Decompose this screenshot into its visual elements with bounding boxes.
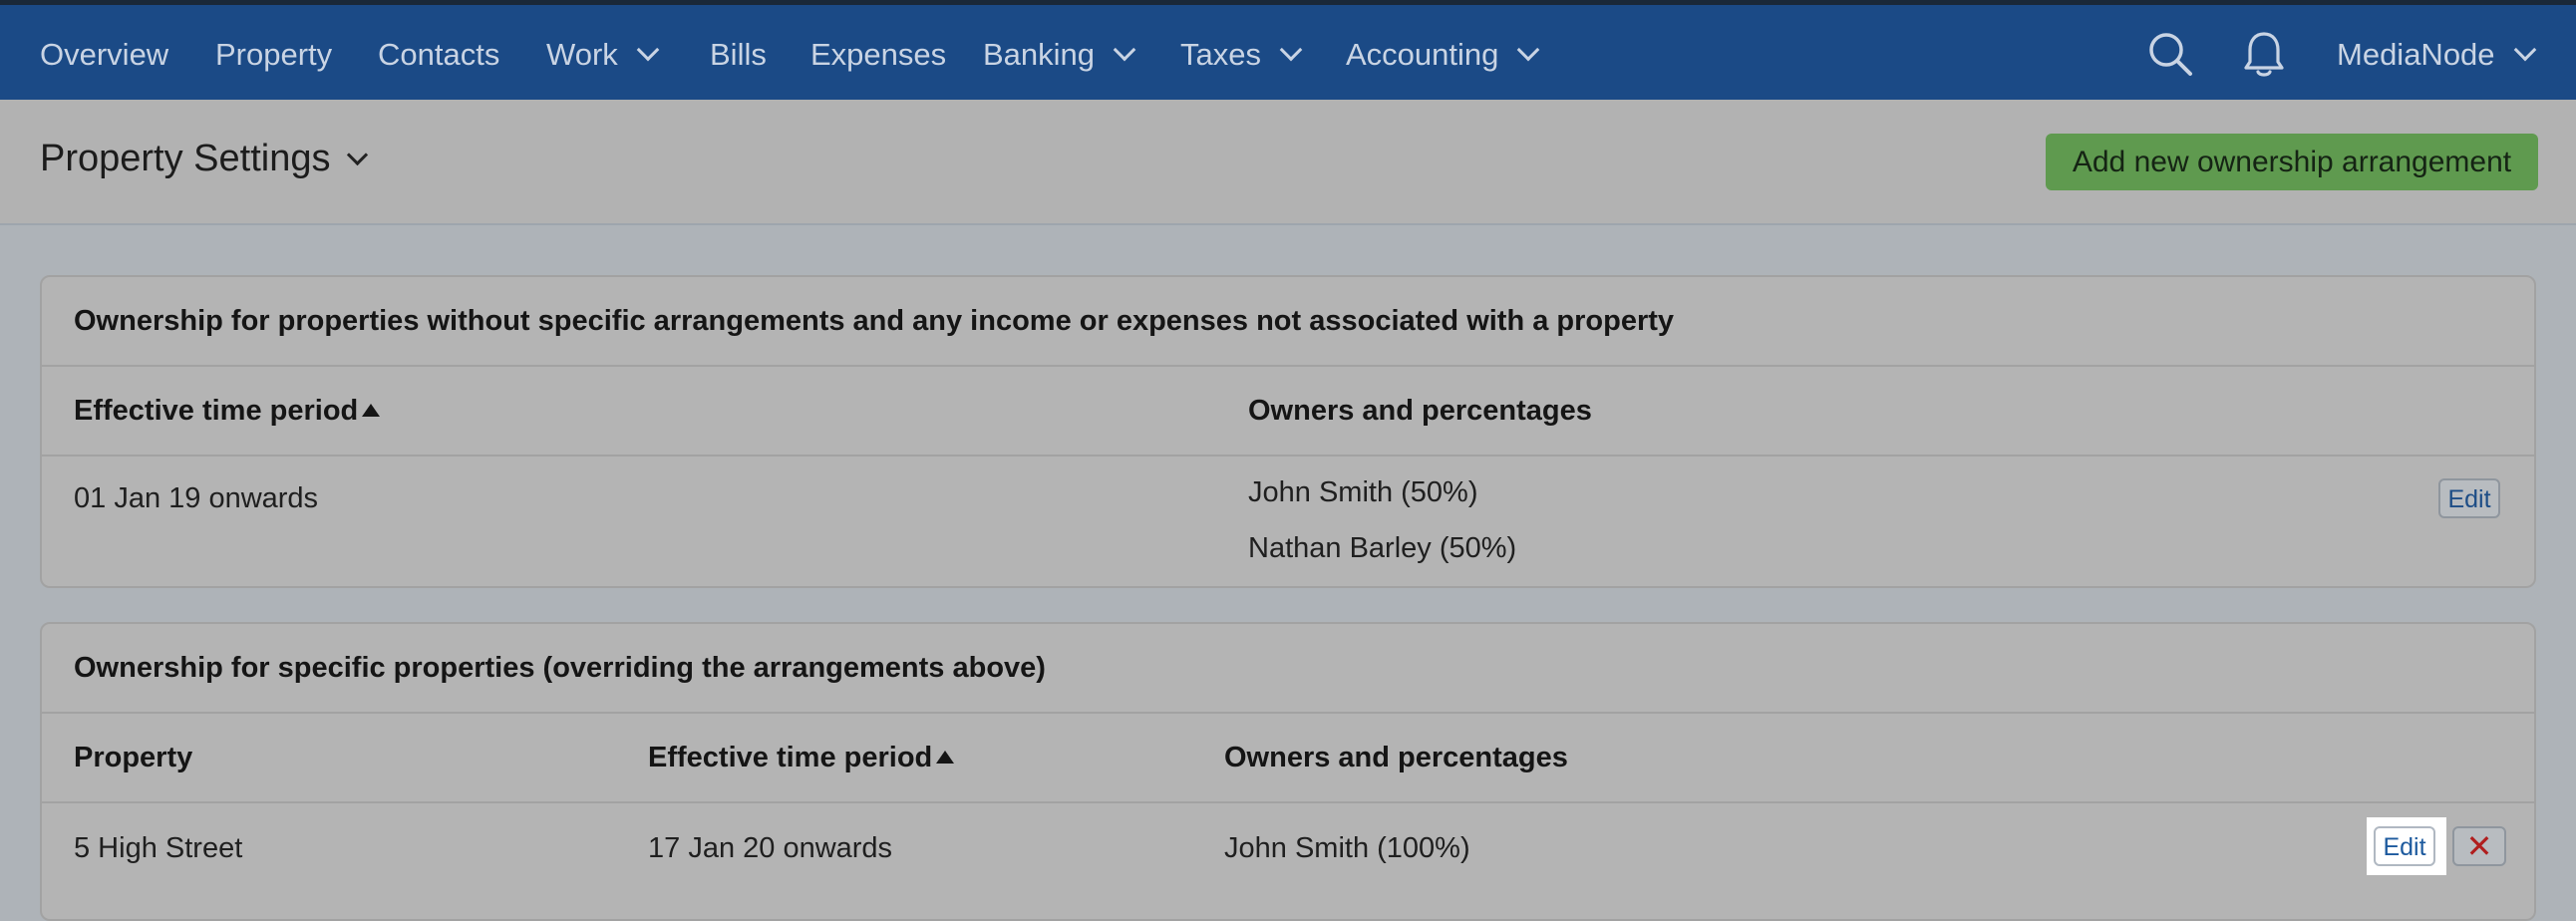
nav-item-overview[interactable]: Overview	[40, 29, 168, 81]
nav-item-label: Expenses	[810, 37, 947, 72]
sort-ascending-icon	[362, 404, 381, 417]
chevron-down-icon	[1517, 38, 1540, 62]
column-header-label: Effective time period	[648, 742, 933, 773]
column-header-period[interactable]: Effective time period	[648, 742, 955, 774]
page-header: Property Settings Add new ownership arra…	[0, 100, 2576, 225]
nav-item-expenses[interactable]: Expenses	[810, 29, 946, 81]
account-name: MediaNode	[2337, 37, 2495, 72]
account-menu[interactable]: MediaNode	[2337, 29, 2536, 81]
chevron-down-icon	[347, 144, 369, 166]
page-title-dropdown[interactable]: Property Settings	[40, 138, 369, 180]
panel-heading: Ownership for properties without specifi…	[74, 305, 1675, 337]
nav-item-label: Contacts	[378, 37, 500, 72]
owner-entry: John Smith (50%)	[1248, 476, 1478, 508]
table-header-row: Effective time period Owners and percent…	[42, 367, 2534, 457]
nav-item-label: Work	[546, 37, 618, 72]
bell-icon[interactable]	[2243, 31, 2285, 84]
nav-item-label: Accounting	[1346, 37, 1499, 72]
period-cell: 17 Jan 20 onwards	[648, 832, 893, 864]
panel-heading-row: Ownership for properties without specifi…	[42, 277, 2534, 367]
nav-item-taxes[interactable]: Taxes	[1180, 29, 1303, 81]
column-header-label: Effective time period	[74, 395, 359, 427]
add-ownership-arrangement-button[interactable]: Add new ownership arrangement	[2046, 134, 2538, 190]
specific-ownership-panel: Ownership for specific properties (overr…	[40, 622, 2536, 921]
period-cell: 01 Jan 19 onwards	[74, 482, 319, 514]
edit-button[interactable]: Edit	[2374, 826, 2435, 866]
column-header-period[interactable]: Effective time period	[74, 395, 381, 428]
nav-item-label: Taxes	[1180, 37, 1261, 72]
close-icon: ✕	[2465, 828, 2493, 864]
column-header-owners: Owners and percentages	[1224, 742, 1568, 773]
panel-heading-row: Ownership for specific properties (overr…	[42, 624, 2534, 714]
nav-item-label: Property	[215, 37, 333, 72]
page-title: Property Settings	[40, 138, 331, 179]
owner-entry: Nathan Barley (50%)	[1248, 532, 1517, 564]
general-ownership-panel: Ownership for properties without specifi…	[40, 275, 2536, 588]
column-header-property: Property	[74, 742, 193, 773]
edit-button[interactable]: Edit	[2438, 478, 2500, 518]
search-icon[interactable]	[2147, 31, 2193, 82]
chevron-down-icon	[636, 38, 660, 62]
table-header-row: Property Effective time period Owners an…	[42, 714, 2534, 803]
panel-heading: Ownership for specific properties (overr…	[74, 652, 1046, 684]
nav-item-work[interactable]: Work	[546, 29, 660, 81]
top-nav-bar: Overview Property Contacts Work Bills Ex…	[0, 0, 2576, 100]
property-cell: 5 High Street	[74, 832, 243, 864]
chevron-down-icon	[1279, 38, 1303, 62]
nav-item-bills[interactable]: Bills	[710, 29, 767, 81]
nav-item-label: Bills	[710, 37, 767, 72]
nav-item-accounting[interactable]: Accounting	[1346, 29, 1540, 81]
nav-item-contacts[interactable]: Contacts	[378, 29, 499, 81]
column-header-owners: Owners and percentages	[1248, 395, 1592, 427]
nav-item-banking[interactable]: Banking	[983, 29, 1136, 81]
chevron-down-icon	[2513, 38, 2536, 62]
owners-cell: John Smith (100%)	[1224, 832, 1470, 864]
nav-item-label: Overview	[40, 37, 169, 72]
delete-button[interactable]: ✕	[2452, 826, 2506, 866]
nav-item-property[interactable]: Property	[215, 29, 332, 81]
sort-ascending-icon	[936, 751, 955, 764]
chevron-down-icon	[1113, 38, 1136, 62]
nav-item-label: Banking	[983, 37, 1096, 72]
